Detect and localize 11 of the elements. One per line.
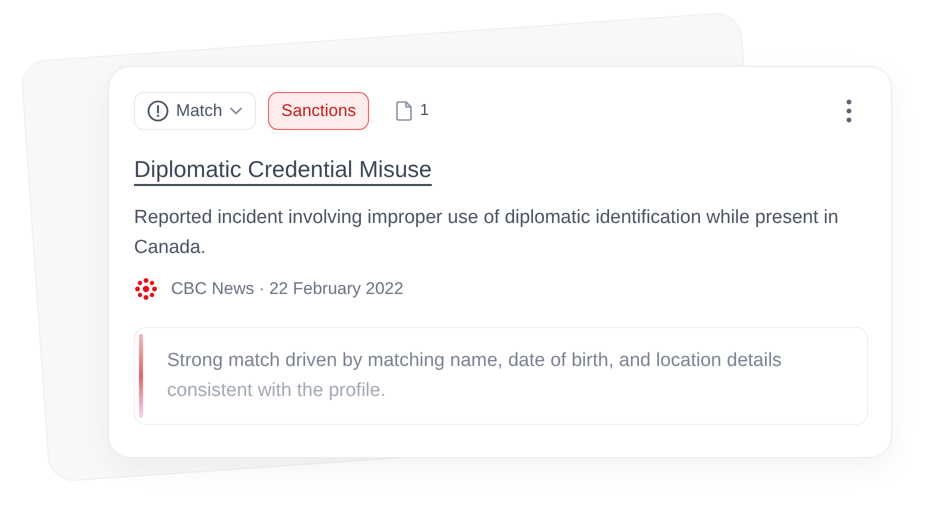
alert-icon xyxy=(147,100,169,122)
sanctions-tag: Sanctions xyxy=(268,92,369,130)
news-logo-icon xyxy=(134,277,158,301)
match-dropdown[interactable]: Match xyxy=(134,92,256,130)
document-icon xyxy=(394,101,413,121)
article-description: Reported incident involving improper use of diplomatic identification while present in Canada. xyxy=(134,206,840,260)
chevron-down-icon xyxy=(229,106,244,116)
document-count: 1 xyxy=(420,102,429,120)
source-and-date: CBC News · 22 February 2022 xyxy=(171,279,404,299)
more-icon xyxy=(846,99,852,123)
article-title-link[interactable]: Diplomatic Credential Misuse xyxy=(134,156,432,183)
